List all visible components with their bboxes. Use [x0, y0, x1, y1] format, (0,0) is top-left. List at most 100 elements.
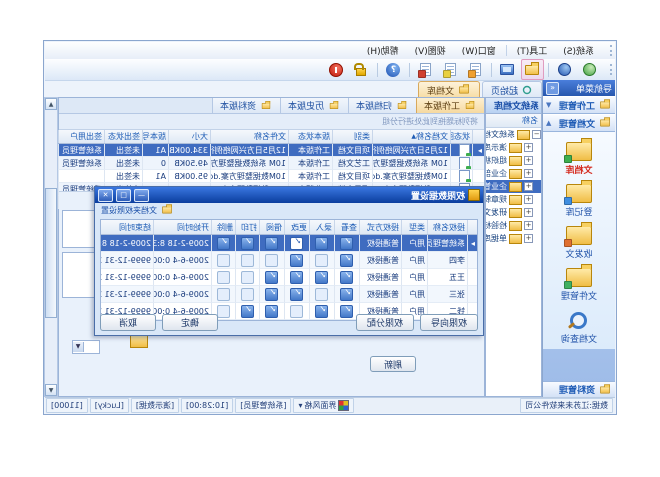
- permission-row[interactable]: 李四用户普通授权2009-6-4 0:00:009999-12-31 23:59…: [101, 252, 477, 269]
- permission-checkbox[interactable]: [291, 288, 304, 301]
- permission-row[interactable]: 张三用户普通授权2009-6-4 0:00:009999-12-31 23:59…: [101, 286, 477, 303]
- grid-column-header-8[interactable]: 签出状态: [104, 130, 142, 143]
- grid-column-header-2[interactable]: 文档名称 ▲: [372, 130, 450, 143]
- dialog-left-button-1[interactable]: 权限分配: [356, 314, 414, 331]
- help-icon-button[interactable]: ?: [382, 59, 405, 80]
- permission-checkbox[interactable]: [316, 254, 329, 267]
- tree-column-header[interactable]: 名称: [486, 114, 541, 128]
- permission-checkbox[interactable]: [217, 271, 230, 284]
- exit-icon-button[interactable]: [325, 59, 348, 80]
- sidebar-group-0[interactable]: 工作管理▼: [543, 96, 615, 114]
- document-new-icon-button[interactable]: [464, 59, 487, 80]
- vertical-scrollbar[interactable]: ▲ ▼: [44, 97, 58, 397]
- permission-row[interactable]: ▸系统管理员用户普通授权2009-2-18 8:35:572009-2-18 8…: [101, 235, 477, 252]
- dialog-column-header-3[interactable]: 查看: [334, 220, 359, 234]
- grid-column-header-4[interactable]: 版本状态: [288, 130, 332, 143]
- permission-checkbox[interactable]: [291, 254, 304, 267]
- dialog-cancel-button[interactable]: 取消: [100, 314, 156, 331]
- permission-checkbox[interactable]: [266, 271, 279, 284]
- table-row[interactable]: 10M 系统数据整理方案...工艺文档工作版本10M 系统数据整理方案...49…: [59, 157, 484, 170]
- tree-node-6[interactable]: +检验标准: [486, 219, 541, 232]
- version-tab-2[interactable]: 历史版本: [280, 98, 348, 113]
- dialog-title-bar[interactable]: 权限数据设置 — □ ✕: [95, 187, 483, 203]
- dialog-column-header-4[interactable]: 录入: [309, 220, 334, 234]
- refresh-button[interactable]: 刷新: [370, 356, 416, 372]
- sidebar-item-2[interactable]: 收发文: [543, 222, 615, 264]
- tree-node-4[interactable]: +规章制度: [486, 193, 541, 206]
- menu-item-0[interactable]: 系统(S): [555, 42, 602, 59]
- permission-checkbox[interactable]: [341, 271, 354, 284]
- attachment-folder-icon[interactable]: [130, 334, 148, 348]
- page-tab-1[interactable]: 文档库: [418, 81, 480, 98]
- permission-checkbox[interactable]: [217, 288, 230, 301]
- tree-root-row[interactable]: −系统文档库: [486, 128, 541, 141]
- collapse-pane-button[interactable]: «: [546, 82, 559, 95]
- permission-checkbox[interactable]: [217, 237, 230, 250]
- dialog-column-header-6[interactable]: 借阅: [259, 220, 284, 234]
- grid-column-header-0[interactable]: [472, 130, 484, 143]
- scroll-down-arrow[interactable]: ▼: [45, 384, 57, 396]
- dialog-close-button[interactable]: ✕: [98, 189, 113, 202]
- group-by-hint-bar[interactable]: 将列标题拖到此处进行分组: [59, 114, 484, 130]
- tree-node-5[interactable]: +研发文档: [486, 206, 541, 219]
- table-row[interactable]: 10M数据整理方案.doc项目文档工作版本10M数据整理方案.doc95.00K…: [59, 170, 484, 183]
- dialog-column-header-5[interactable]: 更改: [284, 220, 309, 234]
- permission-checkbox[interactable]: [291, 237, 304, 250]
- dialog-column-header-9[interactable]: 开始时间: [153, 220, 211, 234]
- lock-icon-button[interactable]: [350, 59, 373, 80]
- permission-checkbox[interactable]: [316, 271, 329, 284]
- permission-checkbox[interactable]: [241, 271, 254, 284]
- page-tab-0[interactable]: 起始页: [482, 81, 542, 98]
- document-edit-icon-button[interactable]: [414, 59, 437, 80]
- sidebar-group-bottom[interactable]: 资料管理: [543, 381, 615, 397]
- window-icon-button[interactable]: [496, 59, 519, 80]
- grid-column-header-1[interactable]: 状态图: [450, 130, 472, 143]
- version-tab-0[interactable]: 工作版本: [416, 98, 484, 113]
- document-open-icon-button[interactable]: [439, 59, 462, 80]
- grid-column-header-3[interactable]: 类别: [332, 130, 372, 143]
- tree-node-7[interactable]: +单据库: [486, 232, 541, 245]
- tree-node-3[interactable]: +企业管理: [486, 180, 541, 193]
- toolbar-grip-handle[interactable]: [605, 64, 612, 75]
- grid-column-header-7[interactable]: 版本号: [142, 130, 168, 143]
- permission-checkbox[interactable]: [341, 254, 354, 267]
- scrollbar-thumb[interactable]: [45, 188, 57, 318]
- tree-node-1[interactable]: +组织机构: [486, 154, 541, 167]
- table-row[interactable]: ▸12月5日方兴网络例行周...项目文档工作版本12月5日方兴网络例行周...3…: [59, 144, 484, 157]
- permission-checkbox[interactable]: [241, 237, 254, 250]
- dialog-column-header-10[interactable]: 结束时间: [100, 220, 153, 234]
- permission-checkbox[interactable]: [316, 288, 329, 301]
- menubar-grip-handle[interactable]: [605, 45, 612, 56]
- permission-checkbox[interactable]: [341, 237, 354, 250]
- tree-panel-tab[interactable]: 系统文档库: [486, 98, 541, 114]
- dialog-column-header-1[interactable]: 类型: [401, 220, 427, 234]
- sidebar-item-1[interactable]: 登记库: [543, 180, 615, 222]
- grid-column-header-5[interactable]: 文件名称: [210, 130, 288, 143]
- dialog-ok-button[interactable]: 确定: [162, 314, 218, 331]
- permission-checkbox[interactable]: [266, 237, 279, 250]
- dialog-maximize-button[interactable]: □: [116, 189, 131, 202]
- dialog-column-header-0[interactable]: 授权名称: [427, 220, 467, 234]
- dialog-minimize-button[interactable]: —: [134, 189, 149, 202]
- site-icon-button[interactable]: [553, 59, 576, 80]
- dialog-column-header-8[interactable]: 删除: [211, 220, 235, 234]
- menu-item-4[interactable]: 帮助(H): [359, 42, 407, 59]
- grid-column-header-6[interactable]: 大小: [168, 130, 210, 143]
- sidebar-group-1[interactable]: 文档管理▲: [543, 114, 615, 132]
- version-tab-1[interactable]: 归档版本: [348, 98, 416, 113]
- permission-checkbox[interactable]: [217, 254, 230, 267]
- permission-checkbox[interactable]: [241, 288, 254, 301]
- permission-checkbox[interactable]: [266, 254, 279, 267]
- menu-item-3[interactable]: 视图(V): [407, 42, 454, 59]
- permission-row[interactable]: 王五用户普通授权2009-6-4 0:00:009999-12-31 23:59…: [101, 269, 477, 286]
- sidebar-item-3[interactable]: 文件管理: [543, 264, 615, 306]
- menu-item-2[interactable]: 窗口(W): [454, 42, 504, 59]
- tree-node-2[interactable]: +企业部门: [486, 167, 541, 180]
- permission-checkbox[interactable]: [266, 288, 279, 301]
- skin-selector[interactable]: 界面风格 ▾: [293, 398, 354, 413]
- dialog-column-header-7[interactable]: 打印: [235, 220, 259, 234]
- permission-checkbox[interactable]: [291, 271, 304, 284]
- grid-column-header-9[interactable]: 签出用户: [58, 130, 104, 143]
- permission-checkbox[interactable]: [341, 288, 354, 301]
- dialog-column-header-2[interactable]: 授权方式: [359, 220, 401, 234]
